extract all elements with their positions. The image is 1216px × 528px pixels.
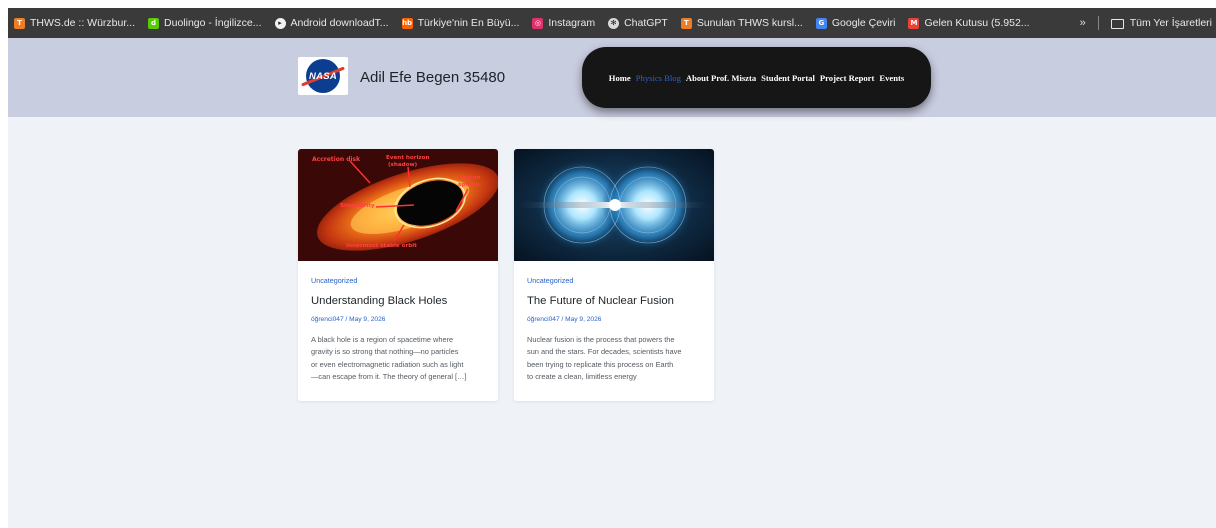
- hb-icon: hb: [401, 17, 413, 29]
- post-excerpt: A black hole is a region of spacetime wh…: [311, 334, 485, 383]
- post-card-body: Uncategorized Understanding Black Holes …: [298, 261, 498, 383]
- post-thumbnail-fusion[interactable]: [514, 149, 714, 261]
- bookmark-item[interactable]: ▸ Android downloadT...: [274, 17, 389, 29]
- nav-item-physics-blog[interactable]: Physics Blog: [636, 73, 681, 83]
- image-label: Innermost stable orbit: [346, 243, 417, 249]
- post-category-link[interactable]: Uncategorized: [527, 276, 701, 285]
- all-bookmarks-button[interactable]: Tüm Yer İşaretleri: [1110, 17, 1212, 29]
- thws-icon: T: [14, 17, 25, 29]
- bookmark-label: Duolingo - İngilizce...: [164, 17, 262, 29]
- bookmark-item[interactable]: ✻ ChatGPT: [608, 17, 668, 29]
- all-bookmarks-label: Tüm Yer İşaretleri: [1129, 17, 1212, 29]
- chatgpt-icon: ✻: [608, 17, 620, 29]
- page-content: NASA Adil Efe Begen 35480 Home Physics Bl…: [8, 38, 1216, 528]
- bookmarks-list: T THWS.de :: Würzbur... d Duolingo - İngili…: [14, 17, 1043, 29]
- bookmark-item[interactable]: G Google Çeviri: [815, 17, 896, 29]
- post-title-link[interactable]: Understanding Black Holes: [311, 295, 485, 307]
- google-translate-icon: G: [815, 17, 827, 29]
- bookmark-label: Android downloadT...: [290, 17, 389, 29]
- bookmark-label: THWS.de :: Würzbur...: [30, 17, 136, 29]
- bookmark-label: Sunulan THWS kursl...: [696, 17, 803, 29]
- nav-item-about-prof-miszta[interactable]: About Prof. Miszta: [686, 73, 756, 83]
- image-label: (shadow): [388, 162, 418, 168]
- post-title-link[interactable]: The Future of Nuclear Fusion: [527, 295, 701, 307]
- excerpt-line: been trying to replicate this process on…: [527, 359, 674, 369]
- bookmark-item[interactable]: d Duolingo - İngilizce...: [148, 17, 262, 29]
- duolingo-icon: d: [148, 17, 160, 29]
- nasa-logo-icon: NASA: [301, 59, 345, 93]
- excerpt-line: or even electromagnetic radiation such a…: [311, 359, 464, 369]
- post-meta[interactable]: öğrenci047 / May 9, 2026: [311, 316, 485, 323]
- bookmark-label: Google Çeviri: [831, 17, 896, 29]
- excerpt-line: gravity is so strong that nothing—no par…: [311, 347, 459, 357]
- download-icon: ▸: [274, 17, 286, 29]
- post-thumbnail-black-hole[interactable]: Accretion disk Event horizon (shadow) Ph…: [298, 149, 498, 261]
- bookmarks-separator: [1097, 16, 1099, 30]
- main-navigation: Home Physics Blog About Prof. Miszta Studen…: [582, 47, 931, 108]
- bookmarks-bar-right: » Tüm Yer İşaretleri: [1080, 8, 1212, 38]
- bookmark-item[interactable]: T Sunulan THWS kursl...: [680, 17, 803, 29]
- excerpt-line: Nuclear fusion is the process that power…: [527, 335, 675, 344]
- folder-icon: [1110, 19, 1124, 29]
- nav-item-home[interactable]: Home: [609, 73, 631, 83]
- image-label: Singularity: [340, 203, 375, 209]
- post-card: Accretion disk Event horizon (shadow) Ph…: [298, 149, 498, 401]
- excerpt-line: to create a clean, limitless energy: [527, 371, 637, 381]
- excerpt-line: A black hole is a region of spacetime wh…: [311, 335, 454, 344]
- bookmark-item[interactable]: ◎ Instagram: [532, 17, 595, 29]
- thws-icon: T: [680, 17, 692, 29]
- more-bookmarks-button[interactable]: »: [1080, 17, 1086, 29]
- image-label: Event horizon: [386, 155, 429, 161]
- post-card: Uncategorized The Future of Nuclear Fusi…: [514, 149, 714, 401]
- post-card-body: Uncategorized The Future of Nuclear Fusi…: [514, 261, 714, 383]
- nav-item-events[interactable]: Events: [879, 73, 904, 83]
- site-logo[interactable]: NASA: [298, 57, 348, 95]
- image-label: sphere: [458, 182, 480, 188]
- post-excerpt: Nuclear fusion is the process that power…: [527, 334, 701, 383]
- post-meta[interactable]: öğrenci047 / May 9, 2026: [527, 316, 701, 323]
- excerpt-line: —can escape from it. The theory of gener…: [311, 371, 467, 381]
- image-label: Photon: [458, 175, 480, 181]
- bookmark-label: ChatGPT: [624, 17, 668, 29]
- bookmark-label: Türkiye'nin En Büyü...: [417, 17, 520, 29]
- nav-item-project-report[interactable]: Project Report: [820, 73, 874, 83]
- bookmark-item[interactable]: T THWS.de :: Würzbur...: [14, 17, 135, 29]
- bookmark-label: Gelen Kutusu (5.952...: [924, 17, 1030, 29]
- excerpt-line: sun and the stars. For decades, scientis…: [527, 347, 682, 357]
- bookmark-label: Instagram: [548, 17, 596, 29]
- bookmarks-bar: T THWS.de :: Würzbur... d Duolingo - İngili…: [8, 8, 1216, 38]
- bookmark-item[interactable]: hb Türkiye'nin En Büyü...: [401, 17, 520, 29]
- site-title[interactable]: Adil Efe Begen 35480: [360, 69, 505, 86]
- image-label: Accretion disk: [312, 156, 361, 163]
- instagram-icon: ◎: [532, 17, 544, 29]
- nav-item-student-portal[interactable]: Student Portal: [761, 73, 815, 83]
- logo-text: NASA: [308, 70, 338, 82]
- post-category-link[interactable]: Uncategorized: [311, 276, 485, 285]
- bookmark-item[interactable]: M Gelen Kutusu (5.952...: [908, 17, 1030, 29]
- gmail-icon: M: [908, 17, 920, 29]
- site-header: NASA Adil Efe Begen 35480 Home Physics Bl…: [8, 38, 1216, 117]
